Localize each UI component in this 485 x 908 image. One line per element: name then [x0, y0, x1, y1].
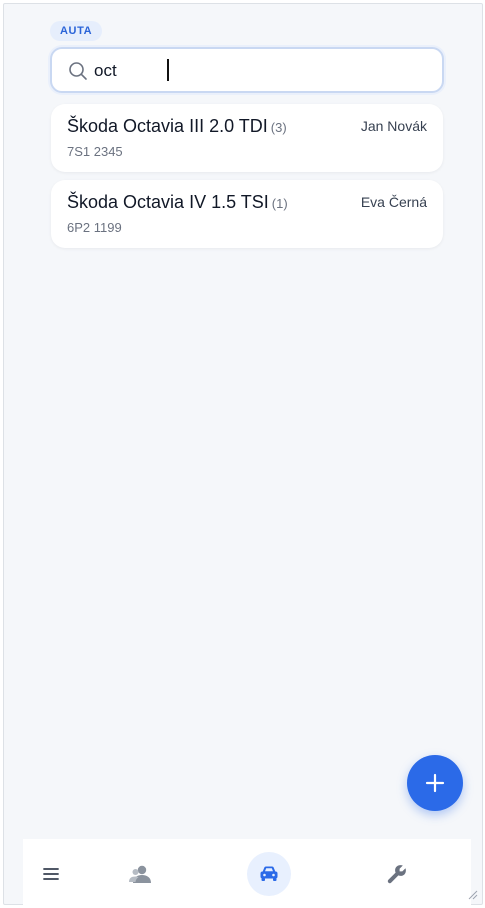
wrench-icon [387, 865, 406, 884]
app-frame: AUTA Škoda Octavia III 2.0 TDI(3) Jan No… [3, 3, 483, 908]
nav-customers[interactable] [118, 852, 162, 896]
resize-grip-icon[interactable] [466, 888, 478, 900]
vehicle-visit-count: (3) [270, 120, 287, 135]
nav-cars[interactable] [247, 852, 291, 896]
car-icon [260, 866, 278, 881]
search-input[interactable] [94, 58, 424, 84]
menu-icon [43, 868, 59, 880]
section-label: AUTA [50, 21, 103, 41]
vehicle-title: Škoda Octavia IV 1.5 TSI (1) [67, 192, 288, 213]
vehicle-plate: 6P2 1199 [67, 220, 122, 235]
customers-icon [129, 865, 151, 883]
search-icon [68, 61, 88, 81]
vehicle-visit-count: (1) [271, 196, 288, 211]
nav-service[interactable] [375, 852, 419, 896]
plus-icon [425, 773, 445, 793]
nav-menu[interactable] [29, 852, 73, 896]
vehicle-card[interactable]: Škoda Octavia III 2.0 TDI (3) Jan Novák 7… [51, 104, 443, 172]
vehicle-owner: Jan Novák [360, 118, 427, 134]
vehicle-owner: Eva Černá [360, 194, 427, 210]
vehicle-plate: 7S1 2345 [67, 144, 123, 159]
vehicle-card[interactable]: Škoda Octavia IV 1.5 TSI (1) Eva Černá 6P… [51, 180, 443, 248]
vehicle-model: Škoda Octavia IV 1.5 TSI [67, 192, 269, 212]
text-caret [167, 59, 169, 81]
vehicle-title: Škoda Octavia III 2.0 TDI (3) [67, 116, 287, 137]
bottom-nav [23, 839, 471, 908]
vehicle-model: Škoda Octavia III 2.0 TDI [67, 116, 268, 136]
search-box[interactable] [50, 47, 444, 93]
add-button[interactable] [407, 755, 463, 811]
